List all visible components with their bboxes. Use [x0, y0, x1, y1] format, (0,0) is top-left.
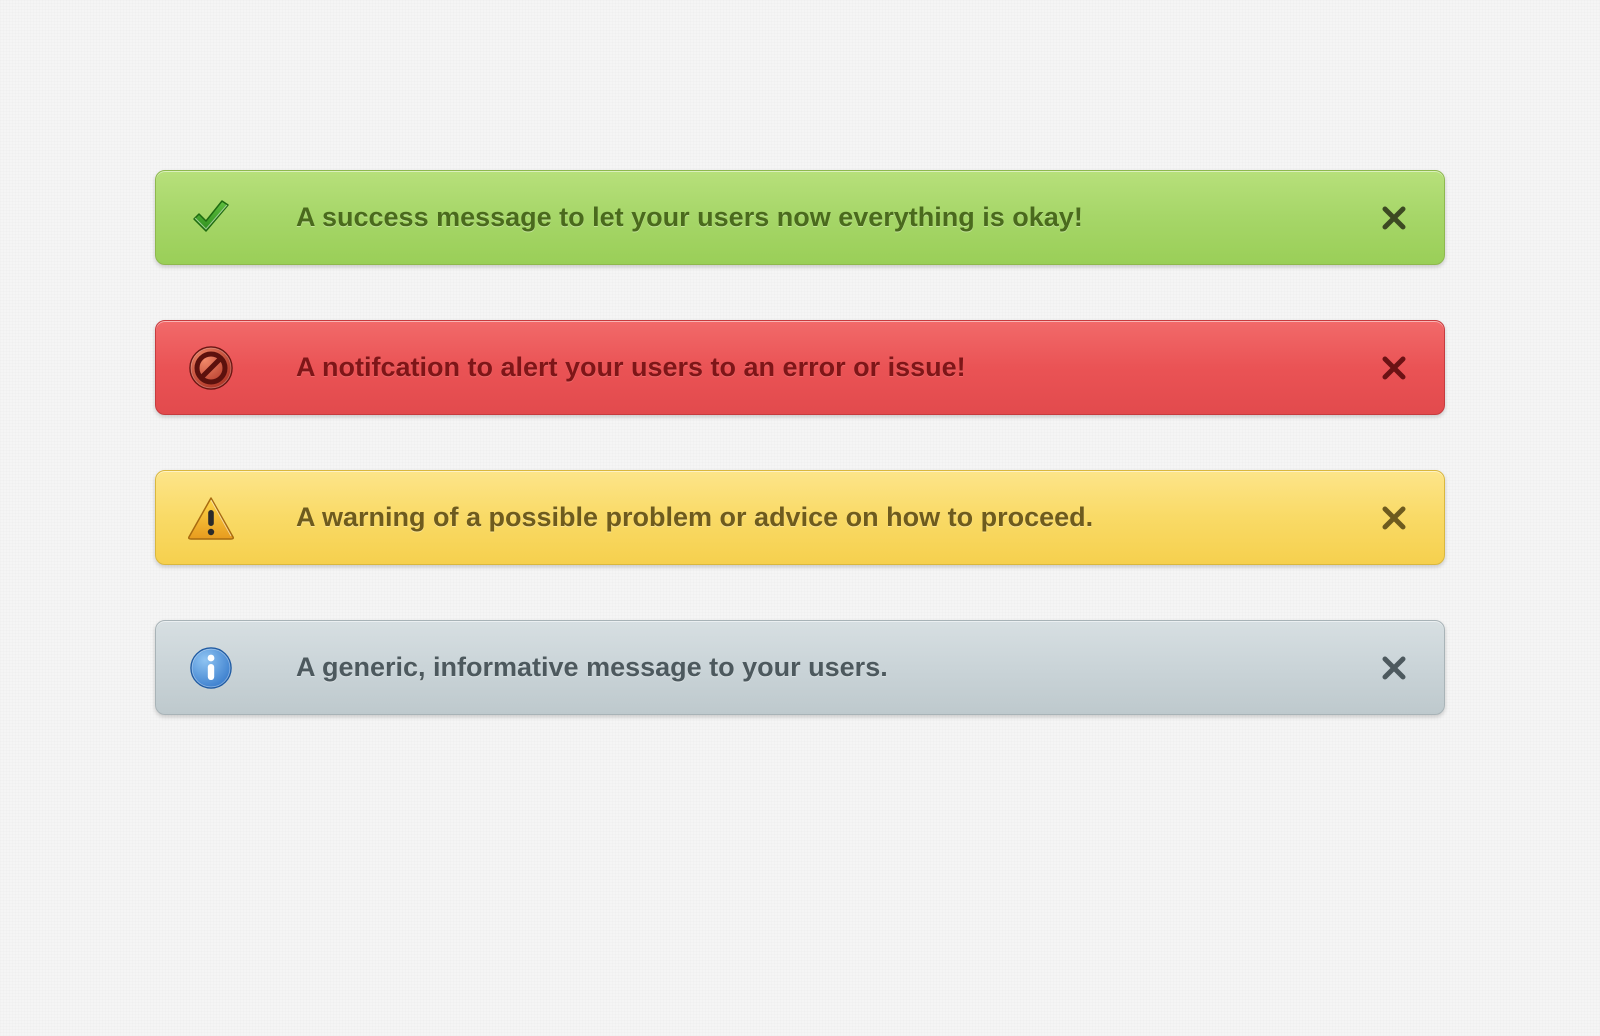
forbidden-icon — [186, 343, 236, 393]
close-button[interactable] — [1374, 348, 1414, 388]
alert-info-message: A generic, informative message to your u… — [296, 652, 1374, 683]
close-button[interactable] — [1374, 198, 1414, 238]
alert-success-message: A success message to let your users now … — [296, 202, 1374, 233]
alert-warning-message: A warning of a possible problem or advic… — [296, 502, 1374, 533]
alert-error: A notifcation to alert your users to an … — [155, 320, 1445, 415]
check-icon — [186, 193, 236, 243]
close-button[interactable] — [1374, 498, 1414, 538]
alert-warning: A warning of a possible problem or advic… — [155, 470, 1445, 565]
info-icon — [186, 643, 236, 693]
alert-info: A generic, informative message to your u… — [155, 620, 1445, 715]
warning-icon — [186, 493, 236, 543]
close-button[interactable] — [1374, 648, 1414, 688]
alert-error-message: A notifcation to alert your users to an … — [296, 352, 1374, 383]
alert-success: A success message to let your users now … — [155, 170, 1445, 265]
